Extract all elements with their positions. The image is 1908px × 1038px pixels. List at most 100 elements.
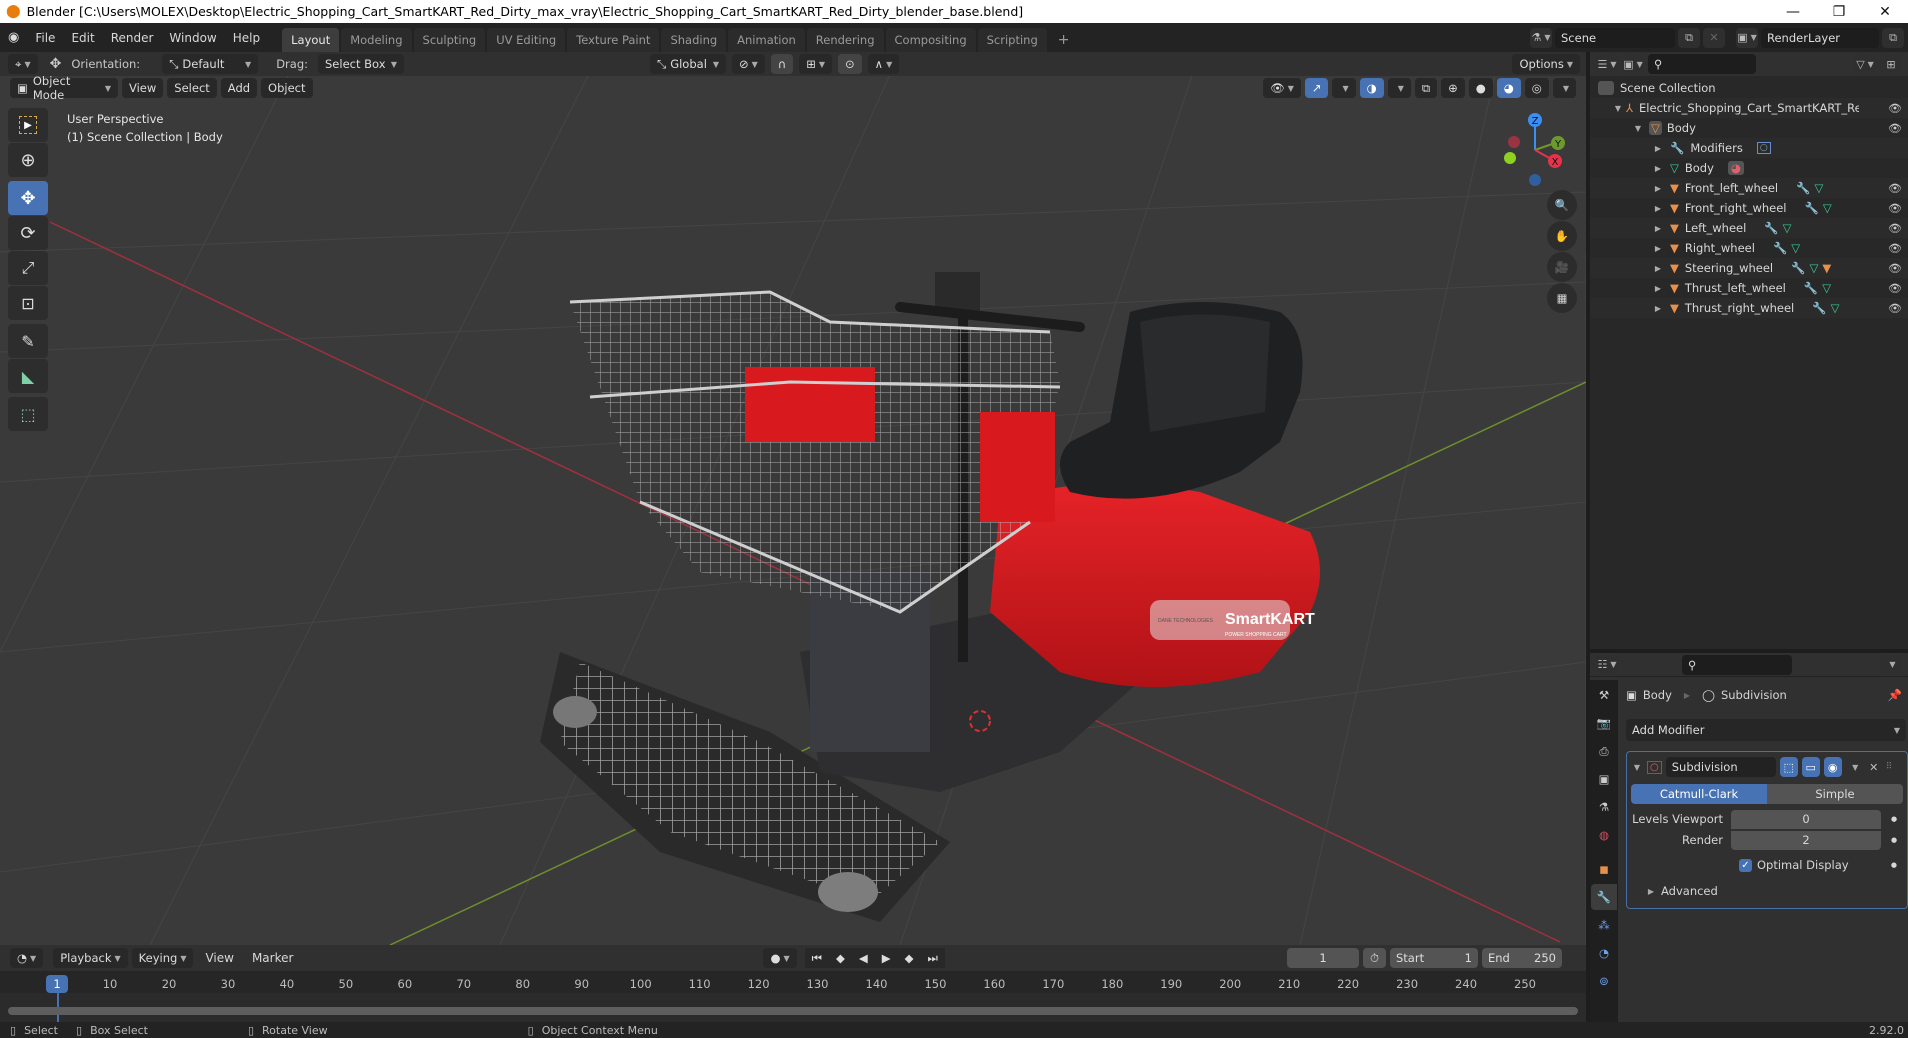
- outliner-search[interactable]: ⚲: [1648, 54, 1756, 74]
- snap-toggle[interactable]: ∩: [770, 54, 794, 74]
- outliner-item[interactable]: ▶ ▼ Thrust_right_wheel 🔧 ▽ 👁: [1590, 298, 1908, 318]
- expand-arrow-icon[interactable]: ▶: [1652, 304, 1664, 313]
- expand-arrow-icon[interactable]: ▶: [1652, 144, 1664, 153]
- eye-icon[interactable]: 👁: [1888, 122, 1902, 135]
- keyframe-dot-icon[interactable]: ●: [1891, 815, 1897, 823]
- display-mode-button[interactable]: ▣ ▼: [1622, 54, 1644, 74]
- tab-uv-editing[interactable]: UV Editing: [487, 28, 566, 52]
- eye-icon[interactable]: 👁: [1888, 202, 1902, 215]
- tool-select-box[interactable]: ▶: [8, 108, 48, 142]
- tab-animation[interactable]: Animation: [728, 28, 805, 52]
- tab-object[interactable]: ◼: [1591, 856, 1617, 882]
- orientation-dropdown[interactable]: ⤡ Default ▼: [162, 54, 259, 74]
- outliner-item[interactable]: ▶ ▽ Body ◕: [1590, 158, 1908, 178]
- start-frame-field[interactable]: Start 1: [1390, 948, 1478, 968]
- falloff-dropdown[interactable]: ∧ ▼: [867, 54, 900, 74]
- expand-arrow-icon[interactable]: ▶: [1652, 284, 1664, 293]
- playhead[interactable]: 1: [46, 975, 68, 993]
- auto-keying-toggle[interactable]: ● ▼: [763, 948, 797, 968]
- current-frame-field[interactable]: 1: [1287, 948, 1360, 968]
- eye-icon[interactable]: 👁: [1888, 302, 1902, 315]
- collapse-arrow-icon[interactable]: ▼: [1631, 763, 1643, 772]
- advanced-subpanel[interactable]: ▶ Advanced: [1631, 880, 1903, 902]
- render-levels-field[interactable]: 2: [1731, 830, 1881, 850]
- tab-render[interactable]: 📷: [1591, 710, 1617, 736]
- eye-icon[interactable]: 👁: [1888, 222, 1902, 235]
- outliner-item[interactable]: ▶ ▼ Steering_wheel 🔧 ▽ ▼ 👁: [1590, 258, 1908, 278]
- tool-add-cube[interactable]: ⬚: [8, 397, 48, 431]
- gizmo-neg-y[interactable]: [1504, 152, 1516, 164]
- keyframe-dot-icon[interactable]: ●: [1891, 836, 1897, 844]
- tab-modeling[interactable]: Modeling: [341, 28, 412, 52]
- remove-modifier-button[interactable]: ✕: [1866, 757, 1882, 777]
- simple-option[interactable]: Simple: [1767, 784, 1903, 804]
- new-collection-button[interactable]: ⊞: [1880, 54, 1902, 74]
- gizmo-neg-x[interactable]: [1508, 136, 1520, 148]
- xray-toggle[interactable]: ⧉: [1414, 78, 1438, 98]
- add-workspace-button[interactable]: +: [1049, 28, 1079, 52]
- outliner-item[interactable]: ▶ ▼ Thrust_left_wheel 🔧 ▽ 👁: [1590, 278, 1908, 298]
- tool-rotate[interactable]: ⟳: [8, 216, 48, 250]
- editor-type-button[interactable]: ☰ ▼: [1596, 54, 1618, 74]
- camera-view-button[interactable]: 🎥: [1547, 252, 1577, 282]
- shading-dropdown[interactable]: ▼: [1552, 78, 1576, 98]
- shading-material-preview[interactable]: ◕: [1496, 78, 1521, 98]
- expand-arrow-icon[interactable]: ▶: [1652, 184, 1664, 193]
- eye-icon[interactable]: 👁: [1888, 182, 1902, 195]
- filter-button[interactable]: ▽ ▼: [1854, 54, 1876, 74]
- collection-row[interactable]: ▼ ⅄ Electric_Shopping_Cart_SmartKART_Red…: [1590, 98, 1908, 118]
- pan-button[interactable]: ✋: [1547, 221, 1577, 251]
- tool-annotate[interactable]: ✎: [8, 324, 48, 358]
- gizmo-neg-z[interactable]: [1529, 174, 1541, 186]
- pin-icon[interactable]: 📌: [1888, 688, 1902, 702]
- menu-add[interactable]: Add: [220, 78, 258, 98]
- catmull-clark-option[interactable]: Catmull-Clark: [1631, 784, 1767, 804]
- eye-icon[interactable]: 👁: [1888, 102, 1902, 115]
- tab-world[interactable]: ◍: [1591, 822, 1617, 848]
- expand-arrow-icon[interactable]: ▶: [1652, 204, 1664, 213]
- menu-help[interactable]: Help: [225, 26, 268, 50]
- tool-cursor[interactable]: ⊕: [8, 143, 48, 177]
- tab-scene[interactable]: ⚗: [1591, 794, 1617, 820]
- tab-tool[interactable]: ⚒: [1591, 682, 1617, 708]
- drag-dropdown[interactable]: Select Box ▼: [318, 54, 404, 74]
- expand-arrow-icon[interactable]: ▶: [1652, 264, 1664, 273]
- timeline-editor-type[interactable]: ◔ ▼: [10, 948, 44, 968]
- tab-scripting[interactable]: Scripting: [977, 28, 1047, 52]
- tab-output[interactable]: ⎙: [1591, 738, 1617, 764]
- zoom-button[interactable]: 🔍: [1547, 190, 1577, 220]
- mode-dropdown[interactable]: ▣ Object Mode ▼: [10, 74, 118, 102]
- prev-keyframe-button[interactable]: ◆: [829, 948, 852, 968]
- playback-menu[interactable]: Playback ▼: [53, 948, 128, 968]
- expand-arrow-icon[interactable]: ▼: [1632, 124, 1644, 133]
- tab-view-layer[interactable]: ▣: [1591, 766, 1617, 792]
- properties-options-dropdown[interactable]: ▼: [1880, 654, 1902, 675]
- pivot-point-dropdown[interactable]: ⊘ ▼: [732, 54, 765, 74]
- 3d-viewport[interactable]: SmartKART POWER SHOPPING CART DANE TECHN…: [0, 52, 1586, 945]
- view-layer-selector-button[interactable]: ▣ ▼: [1736, 27, 1758, 48]
- end-frame-field[interactable]: End 250: [1482, 948, 1562, 968]
- tab-compositing[interactable]: Compositing: [885, 28, 976, 52]
- timeline-marker-menu[interactable]: Marker: [244, 946, 301, 970]
- play-button[interactable]: ▶: [874, 948, 898, 968]
- levels-viewport-field[interactable]: 0: [1731, 809, 1881, 829]
- drag-handle-icon[interactable]: ⠿: [1886, 762, 1893, 772]
- proportional-edit-toggle[interactable]: ⊙: [838, 54, 862, 74]
- minimize-button[interactable]: —: [1770, 0, 1816, 23]
- properties-search[interactable]: ⚲: [1682, 654, 1792, 675]
- keying-menu[interactable]: Keying ▼: [131, 948, 194, 968]
- close-button[interactable]: ✕: [1862, 0, 1908, 23]
- gizmo-toggle[interactable]: ↗: [1304, 78, 1329, 98]
- overlays-dropdown[interactable]: ▼: [1387, 78, 1411, 98]
- tab-shading[interactable]: Shading: [661, 28, 727, 52]
- edit-mode-toggle[interactable]: ⬚: [1779, 757, 1798, 777]
- tab-sculpting[interactable]: Sculpting: [413, 28, 486, 52]
- timeline-view-menu[interactable]: View: [197, 946, 241, 970]
- outliner-item[interactable]: ▶ ▼ Front_right_wheel 🔧 ▽ 👁: [1590, 198, 1908, 218]
- shading-solid[interactable]: ●: [1468, 78, 1493, 98]
- expand-arrow-icon[interactable]: ▶: [1652, 164, 1664, 173]
- tab-layout[interactable]: Layout: [282, 28, 340, 52]
- play-reverse-button[interactable]: ◀: [851, 948, 875, 968]
- view-layer-field[interactable]: RenderLayer: [1761, 27, 1879, 48]
- shading-rendered[interactable]: ◎: [1524, 78, 1549, 98]
